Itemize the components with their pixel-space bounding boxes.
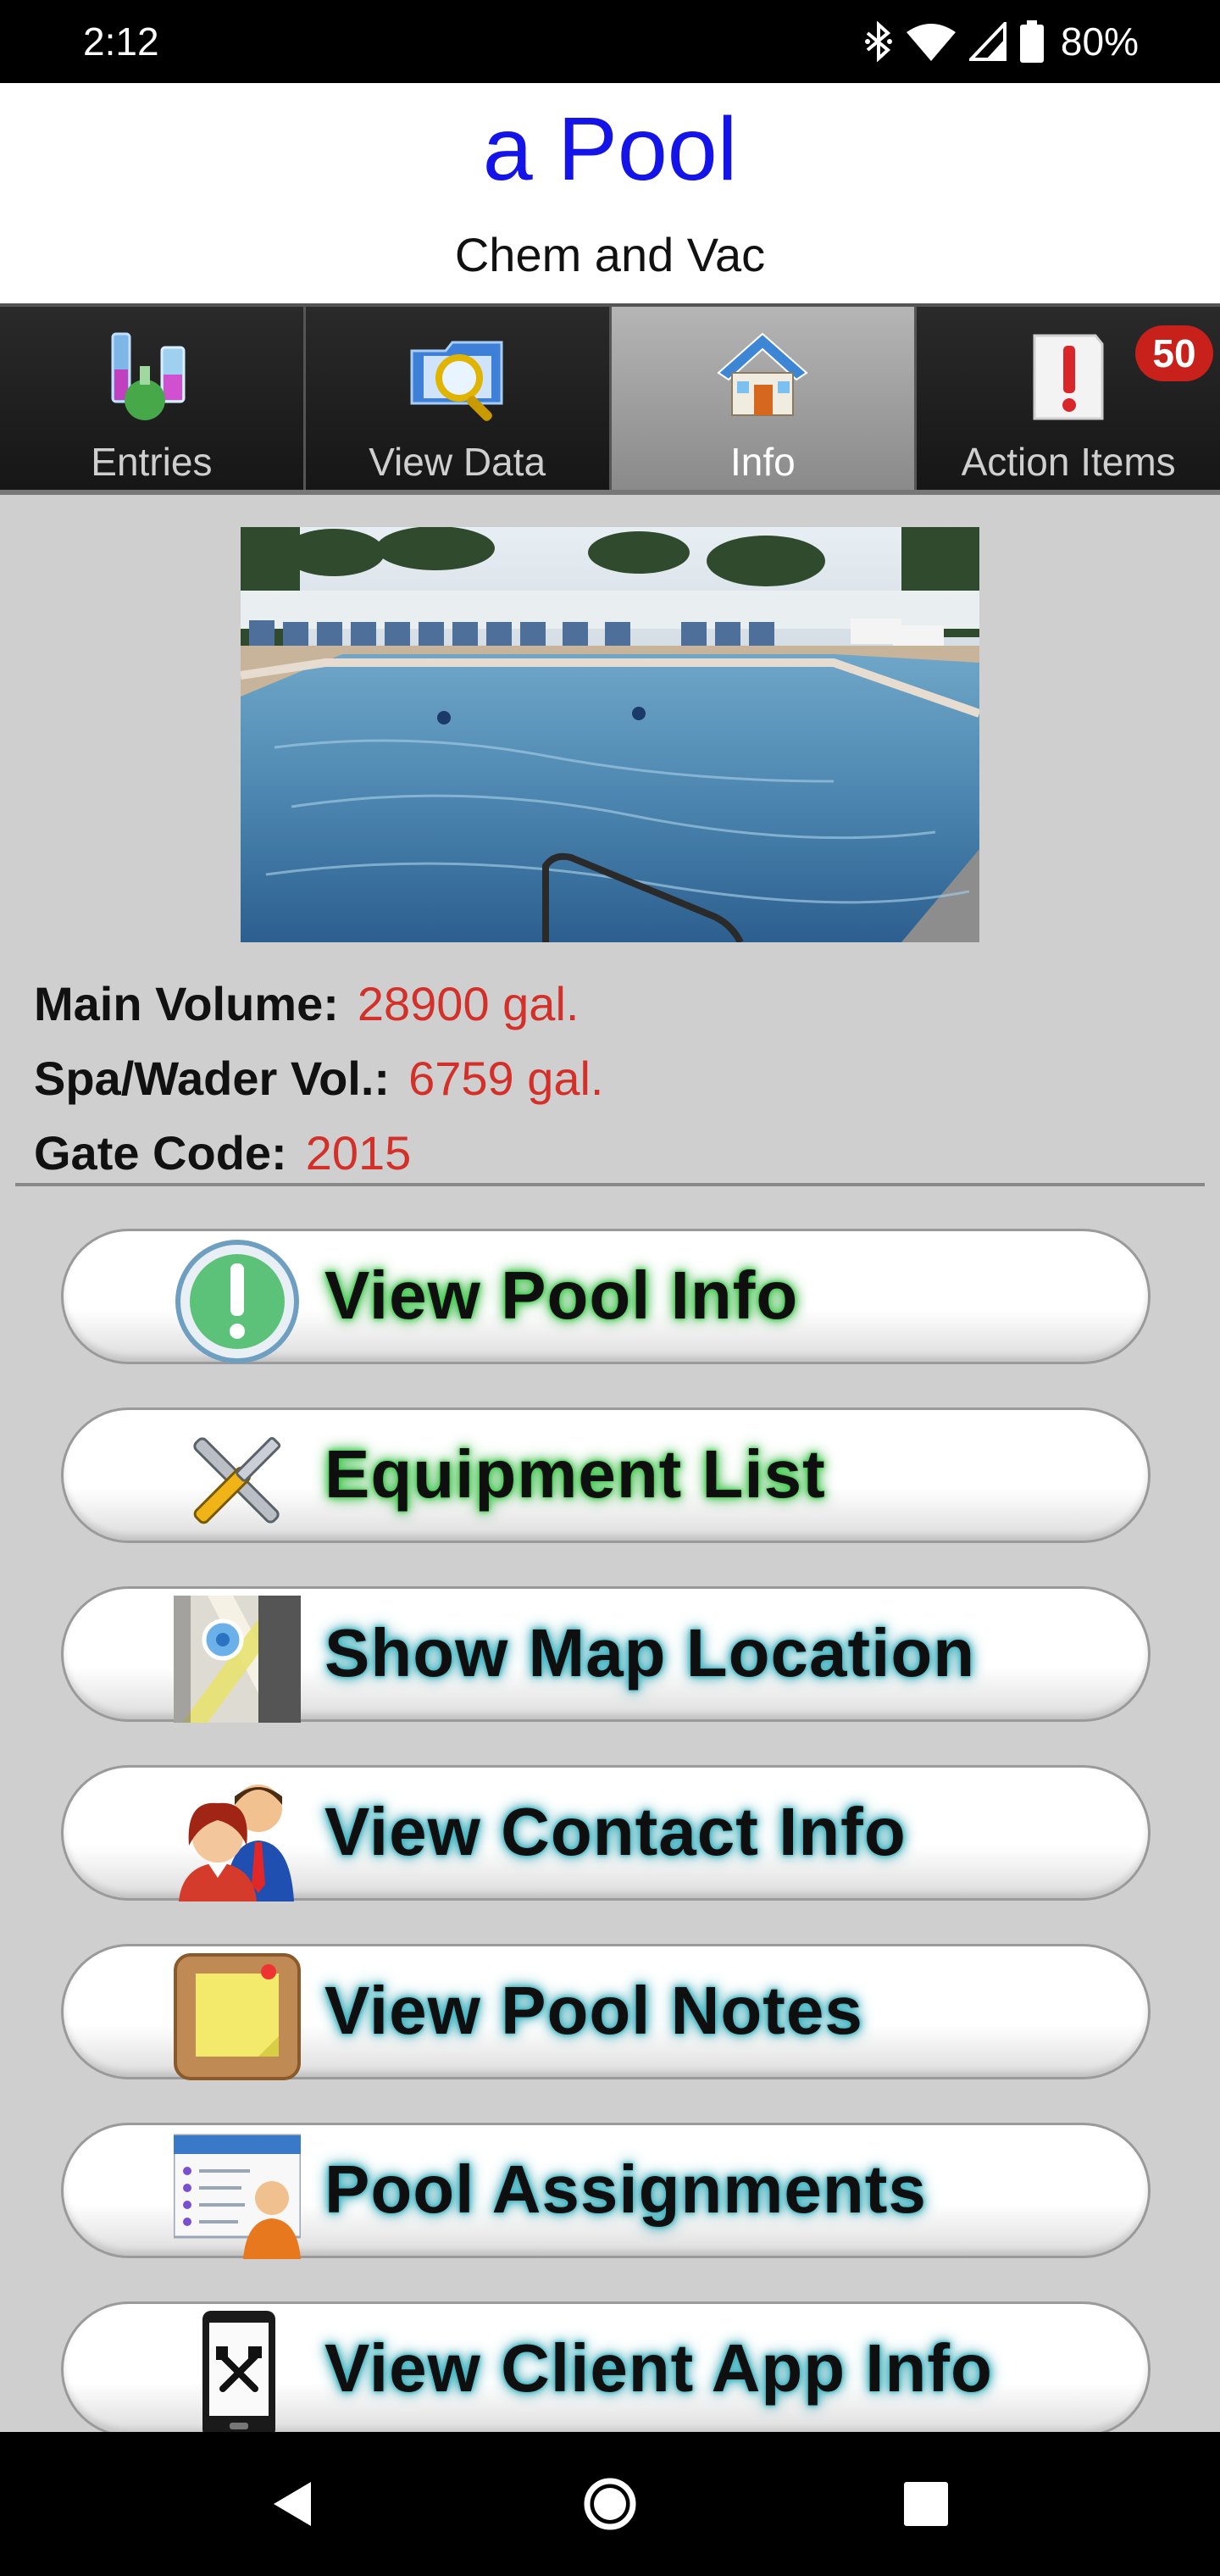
search-folder-icon [407,325,508,427]
wifi-icon [906,24,956,61]
show-map-location-button[interactable]: Show Map Location [61,1586,1151,1723]
house-icon [712,325,813,427]
button-label: View Contact Info [324,1794,907,1869]
spa-volume-row: Spa/Wader Vol.: 6759 gal. [34,1041,604,1115]
tab-info[interactable]: Info [611,307,918,490]
divider [15,1183,1205,1186]
page-subtitle: Chem and Vac [454,228,766,281]
view-contact-info-button[interactable]: View Contact Info [61,1765,1151,1901]
button-label: View Pool Notes [324,1973,863,2048]
contacts-icon [174,1774,301,1901]
tab-view-data[interactable]: View Data [305,307,612,490]
battery-icon [1019,20,1044,63]
tab-bar: Entries View Data Info Action Items 50 [0,303,1220,495]
tab-entries[interactable]: Entries [0,307,306,490]
main-volume-value: 28900 gal. [357,976,580,1030]
spa-volume-label: Spa/Wader Vol.: [34,1051,391,1105]
signal-icon [968,22,1006,61]
sticky-note-icon [174,1953,301,2080]
view-client-app-info-button[interactable]: View Client App Info [61,2301,1151,2438]
battery-percent: 80% [1060,19,1139,64]
gate-code-value: 2015 [305,1125,412,1180]
back-button[interactable] [254,2466,330,2542]
page-title: a Pool [482,99,738,199]
status-icons: 80% [864,17,1139,66]
tools-icon [174,1417,301,1544]
tab-label: Info [730,440,796,484]
recents-icon [904,2482,948,2526]
bluetooth-icon [864,21,892,62]
info-exclamation-icon [174,1238,301,1365]
spa-volume-value: 6759 gal. [408,1051,604,1105]
button-label: Equipment List [324,1436,826,1512]
header: a Pool Chem and Vac [0,83,1220,303]
action-button-list: View Pool Info Equipment List Show Map L… [61,1229,1151,2480]
status-time: 2:12 [83,19,159,64]
tab-label: Action Items [961,440,1176,484]
home-button[interactable] [572,2466,648,2542]
tab-label: View Data [369,440,546,484]
pool-info: Main Volume: 28900 gal. Spa/Wader Vol.: … [34,966,604,1190]
phone-tools-icon [174,2311,301,2438]
back-icon [274,2482,311,2526]
assignment-list-icon [174,2132,301,2259]
gate-code-row: Gate Code: 2015 [34,1115,604,1190]
map-pin-icon [174,1596,301,1723]
tab-label: Entries [91,440,213,484]
button-label: View Client App Info [324,2330,993,2406]
status-bar: 2:12 80% [0,0,1220,83]
recents-button[interactable] [888,2466,964,2542]
home-icon [584,2478,636,2530]
equipment-list-button[interactable]: Equipment List [61,1407,1151,1543]
system-nav-bar [0,2432,1220,2576]
view-pool-info-button[interactable]: View Pool Info [61,1229,1151,1364]
button-label: Show Map Location [324,1615,976,1690]
view-pool-notes-button[interactable]: View Pool Notes [61,1944,1151,2080]
main-volume-label: Main Volume: [34,976,339,1030]
pool-photo [241,527,979,942]
alert-document-icon [1018,325,1119,427]
button-label: Pool Assignments [324,2151,927,2227]
button-label: View Pool Info [324,1257,799,1333]
pool-assignments-button[interactable]: Pool Assignments [61,2123,1151,2259]
tab-action-items[interactable]: Action Items 50 [917,307,1220,490]
gate-code-label: Gate Code: [34,1125,287,1180]
flasks-icon [101,325,202,427]
main-volume-row: Main Volume: 28900 gal. [34,966,604,1041]
action-items-badge: 50 [1135,325,1213,381]
